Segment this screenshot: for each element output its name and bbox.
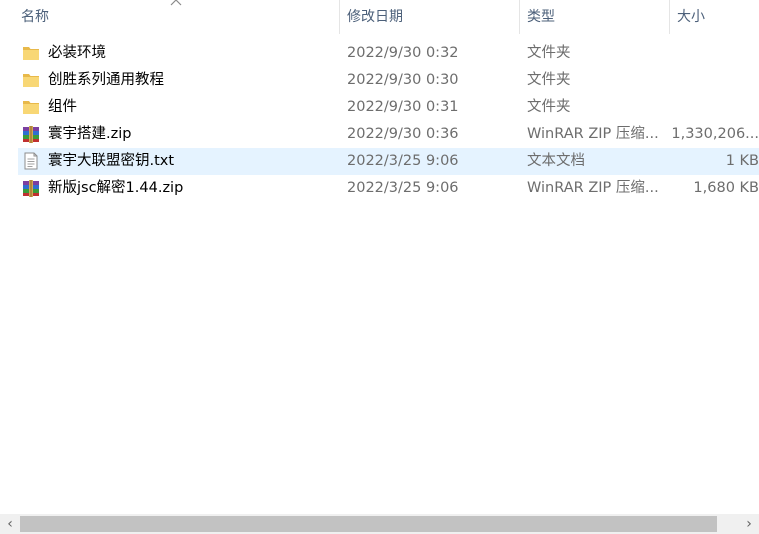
- column-header-date[interactable]: 修改日期: [339, 0, 519, 34]
- file-type: 文本文档: [527, 153, 585, 169]
- folder-icon: [22, 71, 40, 89]
- file-date: 2022/9/30 0:36: [347, 126, 459, 142]
- scroll-right-button[interactable]: ›: [739, 514, 759, 534]
- file-date: 2022/9/30 0:32: [347, 45, 459, 61]
- file-name: 寰宇搭建.zip: [48, 126, 132, 142]
- winrar-icon: [22, 125, 40, 143]
- file-size: 1,680 KB: [693, 180, 759, 196]
- file-type: 文件夹: [527, 45, 571, 61]
- file-row[interactable]: 新版jsc解密1.44.zip 2022/3/25 9:06 WinRAR ZI…: [18, 175, 759, 202]
- file-type: WinRAR ZIP 压缩...: [527, 180, 659, 196]
- file-type: WinRAR ZIP 压缩...: [527, 126, 659, 142]
- horizontal-scrollbar[interactable]: ‹ ›: [0, 514, 759, 534]
- file-size: [658, 94, 759, 121]
- file-size: [658, 40, 759, 67]
- file-row[interactable]: 创胜系列通用教程 2022/9/30 0:30 文件夹: [18, 67, 759, 94]
- scrollbar-thumb[interactable]: [20, 516, 717, 532]
- folder-icon: [22, 44, 40, 62]
- file-size: 1,330,206...: [671, 126, 759, 142]
- file-name: 创胜系列通用教程: [48, 72, 164, 88]
- file-row[interactable]: 组件 2022/9/30 0:31 文件夹: [18, 94, 759, 121]
- file-date: 2022/3/25 9:06: [347, 153, 459, 169]
- file-date: 2022/9/30 0:30: [347, 72, 459, 88]
- column-header-size[interactable]: 大小: [669, 0, 759, 34]
- file-date: 2022/3/25 9:06: [347, 180, 459, 196]
- file-type: 文件夹: [527, 72, 571, 88]
- column-header-type[interactable]: 类型: [519, 0, 669, 34]
- file-explorer-view: 名称 修改日期 类型 大小 必装环境 2022/9/30 0:32 文件夹 创胜…: [0, 0, 759, 534]
- file-row[interactable]: 寰宇大联盟密钥.txt 2022/3/25 9:06 文本文档 1 KB: [18, 148, 759, 175]
- file-name: 新版jsc解密1.44.zip: [48, 180, 184, 196]
- file-size: 1 KB: [725, 153, 759, 169]
- file-name: 寰宇大联盟密钥.txt: [48, 153, 175, 169]
- file-name: 必装环境: [48, 45, 106, 61]
- file-row[interactable]: 必装环境 2022/9/30 0:32 文件夹: [18, 40, 759, 67]
- file-type: 文件夹: [527, 99, 571, 115]
- winrar-icon: [22, 179, 40, 197]
- folder-icon: [22, 98, 40, 116]
- file-name: 组件: [48, 99, 77, 115]
- text-file-icon: [22, 152, 40, 170]
- column-header-bar: 名称 修改日期 类型 大小: [0, 0, 759, 34]
- file-row[interactable]: 寰宇搭建.zip 2022/9/30 0:36 WinRAR ZIP 压缩...…: [18, 121, 759, 148]
- column-header-name[interactable]: 名称: [13, 0, 333, 34]
- file-date: 2022/9/30 0:31: [347, 99, 459, 115]
- scroll-left-button[interactable]: ‹: [0, 514, 20, 534]
- file-size: [658, 67, 759, 94]
